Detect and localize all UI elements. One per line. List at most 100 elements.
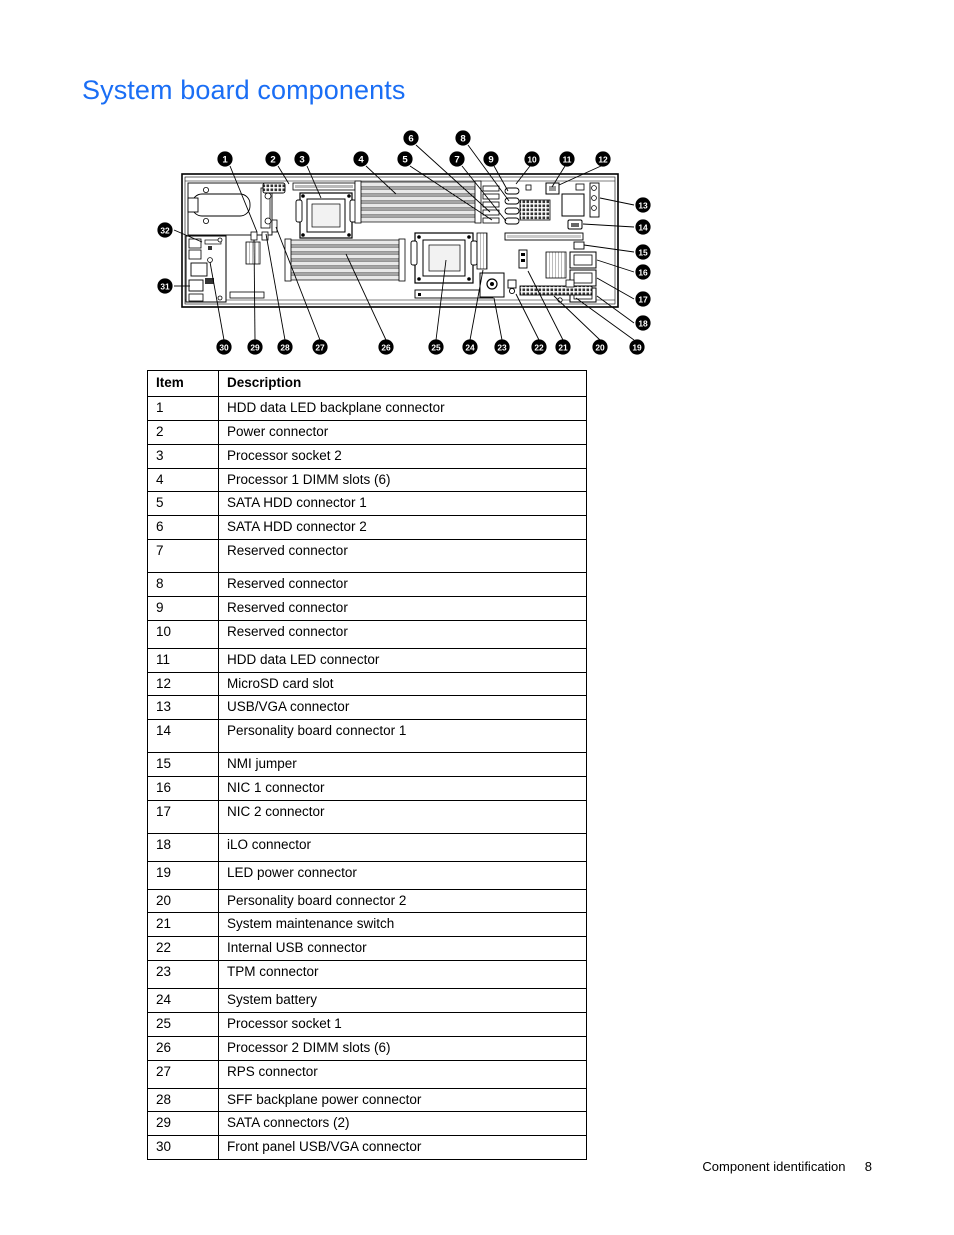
callout-number: 17: [638, 294, 648, 304]
callout-number: 2: [270, 154, 275, 165]
callout-marker-25: 25: [428, 339, 444, 355]
callout-marker-18: 18: [635, 315, 651, 331]
cell-description: Processor 1 DIMM slots (6): [218, 467, 587, 493]
callout-marker-21: 21: [555, 339, 571, 355]
callout-marker-19: 19: [629, 339, 645, 355]
cell-item-number: 5: [147, 491, 219, 517]
callout-number: 3: [299, 154, 304, 165]
callout-number: 25: [431, 342, 441, 352]
cell-description: NIC 2 connector: [218, 799, 587, 834]
callout-number: 9: [488, 154, 493, 165]
page-footer: Component identification 8: [702, 1159, 872, 1174]
callout-number: 23: [497, 342, 507, 352]
cell-description: HDD data LED connector: [218, 647, 587, 673]
table-row: 1 HDD data LED backplane connector: [147, 395, 587, 421]
cell-description: TPM connector: [218, 960, 587, 989]
callout-number: 28: [280, 342, 290, 352]
cell-description: RPS connector: [218, 1059, 587, 1089]
cell-item-number: 19: [147, 860, 219, 890]
cell-item-number: 28: [147, 1087, 219, 1113]
cell-item-number: 9: [147, 595, 219, 621]
callout-marker-32: 32: [157, 222, 173, 238]
callout-number: 26: [381, 342, 391, 352]
cell-item-number: 7: [147, 539, 219, 573]
table-row: 18 iLO connector: [147, 832, 587, 862]
callout-marker-24: 24: [462, 339, 478, 355]
cell-description: Reserved connector: [218, 572, 587, 597]
callout-number: 10: [527, 154, 537, 164]
board-artwork: [173, 144, 635, 341]
callout-number: 12: [598, 154, 608, 164]
cell-description: System battery: [218, 988, 587, 1013]
cell-item-number: 4: [147, 467, 219, 493]
cell-item-number: 26: [147, 1035, 219, 1061]
callout-number: 19: [632, 342, 642, 352]
cell-item-number: 29: [147, 1111, 219, 1137]
cell-description: SATA HDD connector 1: [218, 491, 587, 517]
table-row: 30 Front panel USB/VGA connector: [147, 1135, 587, 1161]
cell-description: SATA HDD connector 2: [218, 515, 587, 541]
callout-marker-26: 26: [378, 339, 394, 355]
callout-number: 6: [408, 133, 413, 144]
table-row: 8 Reserved connector: [147, 572, 587, 597]
cell-item-number: 10: [147, 619, 219, 649]
cell-description: NIC 1 connector: [218, 776, 587, 801]
cell-description: Reserved connector: [218, 619, 587, 649]
page-title: System board components: [82, 75, 406, 105]
cell-item-number: 13: [147, 695, 219, 721]
table-row: 9 Reserved connector: [147, 595, 587, 621]
callout-marker-31: 31: [157, 278, 173, 294]
callout-number: 7: [454, 154, 459, 165]
footer-page-number: 8: [864, 1159, 872, 1174]
callout-marker-9: 9: [483, 151, 499, 167]
callout-number: 14: [638, 222, 648, 232]
callout-marker-12: 12: [595, 151, 611, 167]
callout-marker-7: 7: [449, 151, 465, 167]
system-board-diagram: 1 2 3 4 56789 10 11 121314151617181920212223242…: [157, 130, 651, 355]
callout-number: 15: [638, 247, 648, 257]
callout-marker-10: 10: [524, 151, 540, 167]
callout-number: 31: [160, 281, 170, 291]
callout-marker-3: 3: [294, 151, 310, 167]
table-row: 25 Processor socket 1: [147, 1011, 587, 1037]
callout-marker-16: 16: [635, 264, 651, 280]
cell-description: Processor 2 DIMM slots (6): [218, 1035, 587, 1061]
callout-number: 32: [160, 225, 170, 235]
callout-marker-27: 27: [312, 339, 328, 355]
callout-number: 18: [638, 318, 648, 328]
callout-marker-15: 15: [635, 244, 651, 260]
cell-item-number: 30: [147, 1135, 219, 1161]
cell-item-number: 20: [147, 888, 219, 914]
table-row: 6 SATA HDD connector 2: [147, 515, 587, 541]
table-row: 2 Power connector: [147, 419, 587, 445]
table-row: 23 TPM connector: [147, 960, 587, 989]
cell-description: Front panel USB/VGA connector: [218, 1135, 587, 1161]
cell-item-number: 1: [147, 395, 219, 421]
table-row: 5 SATA HDD connector 1: [147, 491, 587, 517]
column-header-item: Item: [147, 370, 219, 397]
cell-item-number: 21: [147, 912, 219, 938]
cell-item-number: 27: [147, 1059, 219, 1089]
table-row: 3 Processor socket 2: [147, 443, 587, 469]
cell-description: USB/VGA connector: [218, 695, 587, 721]
cell-item-number: 22: [147, 936, 219, 962]
table-header-row: Item Description: [147, 370, 587, 397]
footer-section-label: Component identification: [702, 1159, 846, 1174]
cell-description: SATA connectors (2): [218, 1111, 587, 1137]
callout-number: 16: [638, 267, 648, 277]
cell-item-number: 2: [147, 419, 219, 445]
callout-marker-11: 11: [559, 151, 575, 167]
table-row: 26 Processor 2 DIMM slots (6): [147, 1035, 587, 1061]
callout-number: 22: [534, 342, 544, 352]
table-row: 29 SATA connectors (2): [147, 1111, 587, 1137]
cell-item-number: 17: [147, 799, 219, 834]
cell-item-number: 24: [147, 988, 219, 1013]
table-row: 7 Reserved connector: [147, 539, 587, 573]
cell-description: LED power connector: [218, 860, 587, 890]
cell-description: iLO connector: [218, 832, 587, 862]
table-body: 1 HDD data LED backplane connector 2 Power …: [147, 395, 587, 1161]
cell-description: System maintenance switch: [218, 912, 587, 938]
callout-number: 30: [219, 342, 229, 352]
table-row: 21 System maintenance switch: [147, 912, 587, 938]
cell-item-number: 12: [147, 671, 219, 697]
